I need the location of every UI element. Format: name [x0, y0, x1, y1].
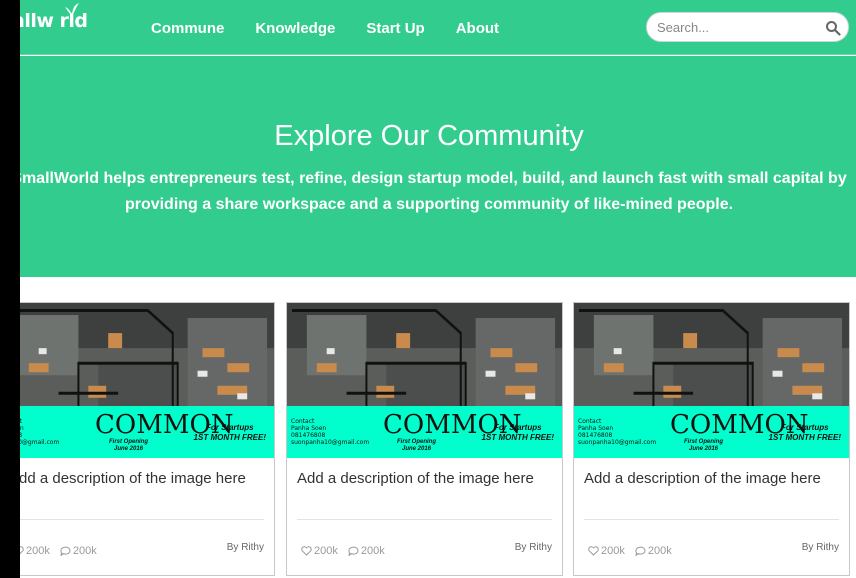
community-card[interactable]: Contact Panha Soen 081476808 suonpanha10… — [573, 302, 850, 576]
banner-promo: For Startups 1ST MONTH FREE! — [481, 423, 554, 442]
comment-count: 200k — [72, 545, 97, 557]
comment-stat[interactable]: 200k — [60, 545, 97, 557]
banner-contact: Contact Panha Soen 081476808 suonpanha10… — [291, 418, 370, 446]
card-description: Add a description of the image here — [9, 470, 246, 487]
nav-commune[interactable]: Commune — [151, 20, 224, 37]
card-author[interactable]: By Rithy — [802, 542, 839, 553]
window-edge — [0, 0, 20, 578]
banner-opening: First Opening June 2016 — [109, 439, 148, 452]
card-divider — [297, 519, 552, 520]
card-description: Add a description of the image here — [584, 470, 821, 487]
nav-start-up[interactable]: Start Up — [366, 20, 424, 37]
heart-icon — [301, 546, 312, 556]
magnifier-icon[interactable] — [825, 20, 841, 36]
card-stats: 200k 200k — [588, 545, 672, 557]
card-author[interactable]: By Rithy — [227, 542, 264, 553]
logo[interactable]: allw rld — [12, 3, 88, 32]
nav-knowledge[interactable]: Knowledge — [255, 20, 335, 37]
banner-opening: First Opening June 2016 — [397, 439, 436, 452]
heart-icon — [588, 546, 599, 556]
like-count: 200k — [314, 545, 338, 557]
card-author[interactable]: By Rithy — [515, 542, 552, 553]
comment-stat[interactable]: 200k — [635, 545, 672, 557]
banner-promo: For Startups 1ST MONTH FREE! — [193, 423, 266, 442]
promo-banner: Contact Panha Soen 081476808 suonpanha10… — [287, 406, 562, 458]
hero-text: SmallWorld helps entrepreneurs test, ref… — [11, 170, 847, 213]
like-stat[interactable]: 200k — [588, 545, 625, 557]
comment-icon — [348, 546, 359, 556]
like-count: 200k — [26, 545, 50, 557]
main-nav: Commune Knowledge Start Up About — [151, 20, 530, 37]
community-card[interactable]: ontact 8 Soen 76808 nbo10@gmail.com COMM… — [0, 302, 275, 576]
search-box — [646, 12, 849, 42]
card-stats: 200k 200k — [13, 545, 97, 557]
card-divider — [9, 519, 264, 520]
leaf-icon — [65, 3, 79, 16]
promo-banner: Contact Panha Soen 081476808 suonpanha10… — [574, 406, 849, 458]
search-input[interactable] — [657, 19, 817, 36]
comment-icon — [635, 546, 646, 556]
promo-banner: ontact 8 Soen 76808 nbo10@gmail.com COMM… — [0, 406, 274, 458]
like-stat[interactable]: 200k — [301, 545, 338, 557]
banner-opening: First Opening June 2016 — [684, 439, 723, 452]
comment-count: 200k — [360, 545, 385, 557]
banner-promo: For Startups 1ST MONTH FREE! — [768, 423, 841, 442]
comment-stat[interactable]: 200k — [348, 545, 385, 557]
like-count: 200k — [601, 545, 625, 557]
comment-count: 200k — [647, 545, 672, 557]
card-description: Add a description of the image here — [297, 470, 534, 487]
nav-about[interactable]: About — [456, 20, 499, 37]
comment-icon — [60, 546, 71, 556]
hero-title: Explore Our Community — [274, 120, 584, 152]
card-stats: 200k 200k — [301, 545, 385, 557]
hero-section: Explore Our Community SmallWorld helps e… — [0, 56, 856, 277]
card-divider — [584, 519, 839, 520]
banner-contact: Contact Panha Soen 081476808 suonpanha10… — [578, 418, 657, 446]
top-navbar: allw rld Commune Knowledge Start Up Abou… — [0, 0, 856, 55]
community-card[interactable]: Contact Panha Soen 081476808 suonpanha10… — [286, 302, 563, 576]
